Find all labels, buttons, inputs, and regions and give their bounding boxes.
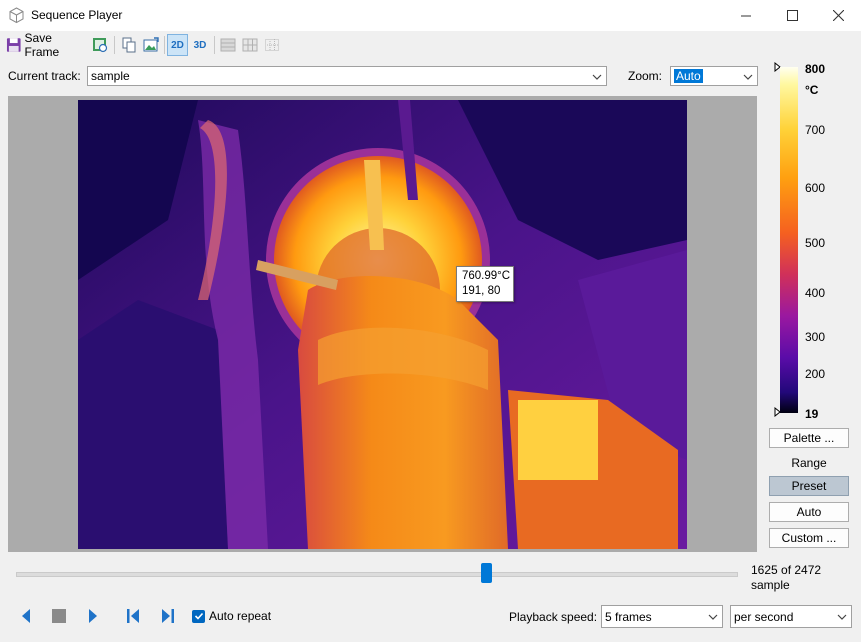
thermal-image-render bbox=[78, 100, 687, 549]
toolbar-separator bbox=[214, 36, 215, 54]
layout-single-button[interactable] bbox=[218, 34, 238, 56]
play-backward-button[interactable] bbox=[16, 606, 36, 626]
picture-icon bbox=[143, 37, 159, 52]
timeline-slider-thumb[interactable] bbox=[481, 563, 492, 583]
range-label: Range bbox=[791, 456, 827, 470]
layout-grid-button[interactable] bbox=[240, 34, 260, 56]
close-icon bbox=[832, 10, 844, 21]
image-button[interactable] bbox=[141, 34, 161, 56]
chevron-down-icon bbox=[837, 614, 847, 620]
chevron-down-icon bbox=[592, 74, 602, 80]
playback-speed-label: Playback speed: bbox=[509, 610, 598, 624]
tooltip-coordinates: 191, 80 bbox=[462, 285, 501, 297]
skip-to-start-icon bbox=[127, 609, 139, 623]
playback-speed-unit-value: per second bbox=[734, 609, 794, 624]
play-button[interactable] bbox=[83, 606, 103, 626]
save-frame-button[interactable]: Save Frame bbox=[6, 31, 88, 59]
scale-tick-label: 400 bbox=[805, 286, 826, 300]
scale-tick-label: 200 bbox=[805, 367, 826, 381]
scale-tick-label: 600 bbox=[805, 181, 826, 195]
thermal-image[interactable] bbox=[78, 100, 687, 549]
export-image-button[interactable] bbox=[90, 34, 110, 56]
copy-icon bbox=[122, 37, 136, 53]
tooltip-temperature: 760.99°C bbox=[462, 270, 511, 282]
color-scale-bar bbox=[780, 67, 798, 413]
layout-dots-button[interactable] bbox=[262, 34, 282, 56]
view-3d-button[interactable]: 3D bbox=[190, 34, 210, 56]
zoom-select[interactable]: Auto bbox=[670, 66, 758, 86]
current-track-label: Current track: bbox=[8, 69, 81, 83]
play-reverse-icon bbox=[22, 609, 30, 623]
close-button[interactable] bbox=[815, 0, 861, 31]
auto-range-button[interactable]: Auto bbox=[769, 502, 849, 522]
stop-icon bbox=[52, 609, 66, 623]
scale-tick-label: 500 bbox=[805, 236, 826, 250]
auto-repeat-label: Auto repeat bbox=[209, 609, 272, 623]
maximize-button[interactable] bbox=[769, 0, 815, 31]
minimize-icon bbox=[741, 15, 751, 16]
chevron-down-icon bbox=[743, 74, 753, 80]
auto-repeat-checkbox[interactable]: Auto repeat bbox=[192, 609, 271, 623]
dotted-grid-icon bbox=[265, 39, 279, 51]
copy-button[interactable] bbox=[119, 34, 139, 56]
save-frame-label: Save Frame bbox=[24, 31, 60, 59]
view-2d-label: 2D bbox=[171, 39, 184, 51]
custom-range-button[interactable]: Custom ... bbox=[769, 528, 849, 548]
image-export-icon bbox=[93, 38, 108, 53]
playback-speed-unit-select[interactable]: per second bbox=[730, 605, 852, 628]
preset-range-button[interactable]: Preset bbox=[769, 476, 849, 496]
maximize-icon bbox=[786, 10, 798, 21]
scale-tick-label: 700 bbox=[805, 123, 826, 137]
current-track-select[interactable]: sample bbox=[87, 66, 607, 86]
frame-counter: 1625 of 2472 bbox=[751, 563, 822, 577]
grid-icon bbox=[242, 38, 258, 52]
chevron-down-icon bbox=[708, 614, 718, 620]
checkbox-checked-icon bbox=[192, 609, 205, 623]
first-frame-button[interactable] bbox=[123, 606, 143, 626]
temperature-tooltip: 760.99°C 191, 80 bbox=[456, 266, 514, 302]
play-icon bbox=[89, 609, 97, 623]
scale-unit-label: °C bbox=[805, 83, 819, 97]
window-title: Sequence Player bbox=[31, 8, 123, 22]
minimize-button[interactable] bbox=[723, 0, 769, 31]
playback-speed-select[interactable]: 5 frames bbox=[601, 605, 723, 628]
timeline-slider-track[interactable] bbox=[16, 572, 738, 577]
floppy-disk-icon bbox=[6, 38, 21, 52]
app-cube-icon bbox=[9, 7, 24, 24]
toolbar-separator bbox=[114, 36, 115, 54]
layout-single-icon bbox=[220, 38, 236, 52]
current-track-value: sample bbox=[91, 69, 130, 83]
scale-tick-label: 300 bbox=[805, 330, 826, 344]
stop-button[interactable] bbox=[49, 606, 69, 626]
toolbar-separator bbox=[164, 36, 165, 54]
scale-max-label: 800 bbox=[805, 62, 826, 76]
last-frame-button[interactable] bbox=[158, 606, 178, 626]
palette-button[interactable]: Palette ... bbox=[769, 428, 849, 448]
view-2d-button[interactable]: 2D bbox=[167, 34, 188, 56]
timeline-track-name: sample bbox=[751, 578, 790, 592]
zoom-value: Auto bbox=[674, 69, 703, 83]
skip-to-end-icon bbox=[162, 609, 174, 623]
view-3d-label: 3D bbox=[193, 39, 207, 51]
scale-min-label: 19 bbox=[805, 407, 819, 421]
playback-speed-value: 5 frames bbox=[605, 609, 652, 624]
zoom-label: Zoom: bbox=[628, 69, 663, 83]
